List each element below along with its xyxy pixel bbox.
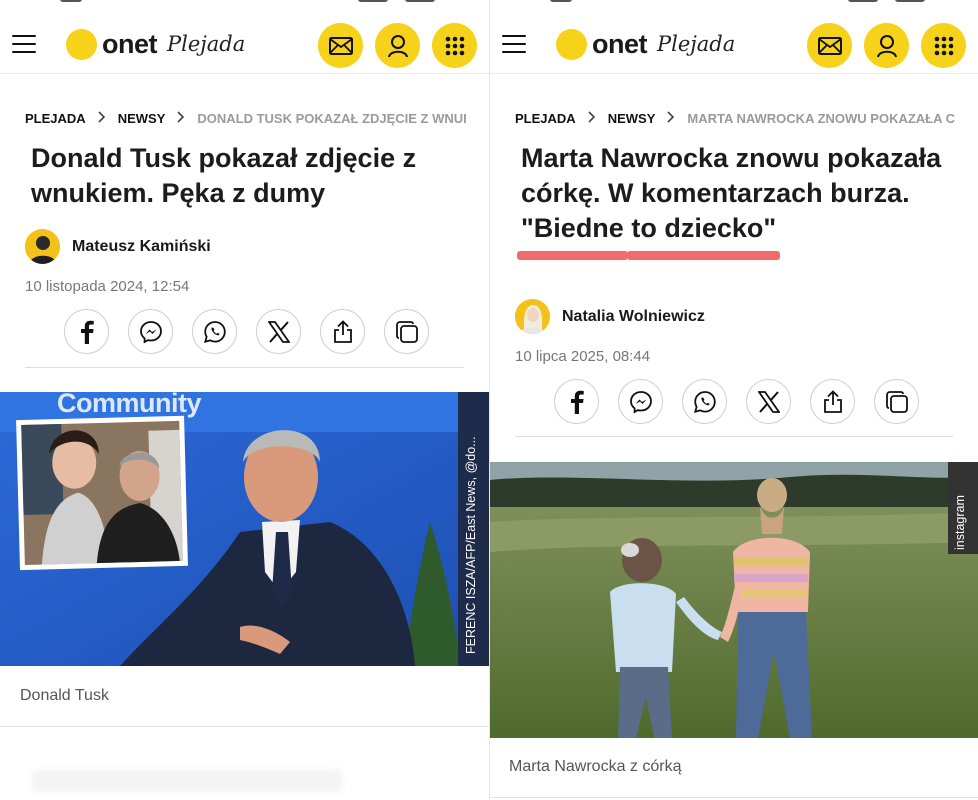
- chevron-right-icon: [177, 110, 185, 126]
- avatar: [25, 229, 60, 264]
- article-title: Donald Tusk pokazał zdjęcie z wnukiem. P…: [31, 143, 417, 208]
- copy-icon[interactable]: [384, 309, 429, 354]
- apps-grid-icon[interactable]: [921, 23, 966, 68]
- highlighted-quote: "Biedne: [517, 211, 628, 260]
- divider: [0, 726, 489, 727]
- menu-icon[interactable]: [12, 35, 36, 55]
- publish-date: 10 lipca 2025, 08:44: [515, 348, 651, 365]
- user-icon[interactable]: [864, 23, 909, 68]
- avatar: [515, 299, 550, 334]
- next-paragraph-blur: [32, 770, 342, 792]
- article-panel-right: onet Plejada PLEJADA NEWSY MARTA NAWROCK…: [489, 0, 978, 800]
- breadcrumb-current: MARTA NAWROCKA ZNOWU POKAZAŁA C: [687, 110, 956, 126]
- article-panel-left: onet Plejada PLEJADA NEWSY DONALD TUSK P…: [0, 0, 489, 800]
- share-bar: [64, 309, 429, 354]
- x-icon[interactable]: [746, 379, 791, 424]
- logo-dot: [556, 28, 587, 60]
- logo-onet: onet: [102, 28, 158, 59]
- author-name[interactable]: Mateusz Kamiński: [72, 238, 211, 256]
- share-icon[interactable]: [810, 379, 855, 424]
- article-photo[interactable]: instagram: [490, 462, 978, 738]
- logo-plejada: Plejada: [657, 32, 736, 56]
- photo-caption: Donald Tusk: [20, 687, 109, 704]
- mail-icon[interactable]: [807, 23, 852, 68]
- site-header: onet Plejada: [0, 18, 489, 74]
- messenger-icon[interactable]: [618, 379, 663, 424]
- breadcrumb-current: DONALD TUSK POKAZAŁ ZDJĘCIE Z WNUI: [197, 110, 467, 126]
- user-icon[interactable]: [375, 23, 420, 68]
- article-photo[interactable]: Community FERENC ISZA/AFP/East News, @do…: [0, 392, 489, 666]
- logo-onet: onet: [592, 28, 648, 59]
- chevron-right-icon: [588, 110, 596, 126]
- share-bar: [554, 379, 919, 424]
- breadcrumb-plejada[interactable]: PLEJADA: [515, 111, 576, 126]
- divider: [490, 797, 978, 798]
- facebook-icon[interactable]: [554, 379, 599, 424]
- status-bar: [490, 0, 978, 6]
- status-bar: [0, 0, 489, 6]
- article-title: Marta Nawrocka znowu pokazała córkę. W k…: [517, 141, 960, 260]
- whatsapp-icon[interactable]: [192, 309, 237, 354]
- breadcrumb: PLEJADA NEWSY MARTA NAWROCKA ZNOWU POKAZ…: [515, 109, 978, 127]
- site-logo[interactable]: onet Plejada: [66, 26, 245, 62]
- whatsapp-icon[interactable]: [682, 379, 727, 424]
- breadcrumb-plejada[interactable]: PLEJADA: [25, 111, 86, 126]
- divider: [25, 367, 464, 368]
- breadcrumb: PLEJADA NEWSY DONALD TUSK POKAZAŁ ZDJĘCI…: [25, 109, 489, 127]
- breadcrumb-newsy[interactable]: NEWSY: [608, 111, 656, 126]
- photo-credit: instagram: [953, 495, 967, 550]
- author-byline[interactable]: Mateusz Kamiński: [25, 229, 211, 264]
- logo-plejada: Plejada: [167, 32, 246, 56]
- messenger-icon[interactable]: [128, 309, 173, 354]
- chevron-right-icon: [98, 110, 106, 126]
- x-icon[interactable]: [256, 309, 301, 354]
- divider: [515, 436, 953, 437]
- site-logo[interactable]: onet Plejada: [556, 26, 735, 62]
- photo-credit: FERENC ISZA/AFP/East News, @do...: [464, 436, 478, 654]
- apps-grid-icon[interactable]: [432, 23, 477, 68]
- copy-icon[interactable]: [874, 379, 919, 424]
- highlighted-quote: to dziecko": [627, 211, 780, 260]
- photo-sign-text: Community: [57, 392, 202, 418]
- photo-caption: Marta Nawrocka z córką: [509, 758, 682, 775]
- article-title-text: Marta Nawrocka znowu pokazała córkę. W k…: [521, 143, 942, 208]
- facebook-icon[interactable]: [64, 309, 109, 354]
- share-icon[interactable]: [320, 309, 365, 354]
- menu-icon[interactable]: [502, 35, 526, 55]
- author-byline[interactable]: Natalia Wolniewicz: [515, 299, 705, 334]
- logo-dot: [66, 28, 97, 60]
- chevron-right-icon: [667, 110, 675, 126]
- mail-icon[interactable]: [318, 23, 363, 68]
- breadcrumb-newsy[interactable]: NEWSY: [118, 111, 166, 126]
- publish-date: 10 listopada 2024, 12:54: [25, 278, 190, 295]
- author-name[interactable]: Natalia Wolniewicz: [562, 308, 705, 326]
- site-header: onet Plejada: [490, 18, 978, 74]
